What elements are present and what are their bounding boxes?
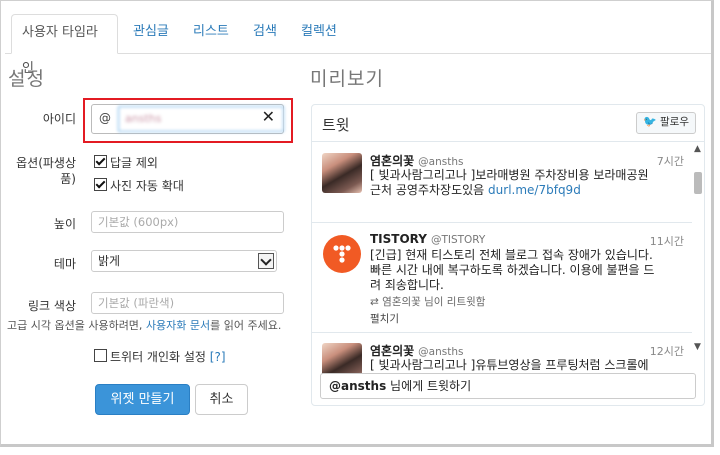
tweet-handle: @ansths (418, 156, 464, 168)
tweet-text-line1: [긴급] 현재 티스토리 전체 블로그 접속 장애가 있습니다. (370, 248, 653, 262)
options-label-line2: 품) (60, 172, 76, 186)
at-sign: @ (99, 111, 111, 125)
hint-prefix: 고급 시각 옵션을 사용하려면, (7, 319, 143, 332)
tab-lists[interactable]: 리스트 (183, 14, 239, 52)
tweet-text-line3: 려 죄송합니다. (370, 278, 444, 292)
tweet-author[interactable]: 염혼의꽃 @ansths (370, 152, 463, 169)
scroll-up-icon[interactable]: ▲ (694, 144, 701, 154)
theme-select[interactable]: 밝게 (91, 250, 277, 272)
tab-bar: 사용자 타임라인 관심글 리스트 검색 컬렉션 (5, 11, 711, 76)
tab-user-timeline[interactable]: 사용자 타임라인 (11, 14, 118, 76)
theme-value: 밝게 (98, 254, 121, 268)
tab-collections[interactable]: 컬렉션 (291, 14, 347, 52)
id-label: 아이디 (42, 112, 76, 126)
theme-label: 테마 (53, 257, 76, 271)
expand-photos-checkbox[interactable]: 사진 자동 확대 (94, 177, 184, 194)
tweet-text: [긴급] 현재 티스토리 전체 블로그 접속 장애가 있습니다. 빠른 시간 내… (370, 248, 684, 293)
avatar[interactable] (322, 153, 362, 193)
tistory-logo-icon[interactable] (322, 234, 362, 274)
personalize-label: 트위터 개인화 설정 (110, 350, 206, 364)
tweet-text-line2: 근처 공영주차장도있음 (370, 183, 485, 197)
customization-hint: 고급 시각 옵션을 사용하려면, 사용자화 문서를 읽어 주세요. (7, 317, 281, 333)
height-input[interactable]: 기본값 (600px) (91, 211, 284, 233)
tweet-time[interactable]: 7시간 (657, 153, 684, 169)
tab-search[interactable]: 검색 (243, 14, 287, 52)
preview-header: 트윗 🐦 팔로우 (312, 105, 704, 142)
chevron-down-icon[interactable] (258, 253, 274, 269)
tweet-text: [ 빛과사람그리고나 ]유튜브영상을 프루팅처럼 스크롤에 (370, 358, 684, 373)
tweet-author-name: 염혼의꽃 (370, 154, 415, 168)
cancel-button[interactable]: 취소 (195, 384, 248, 415)
options-label: 옵션(파생상 품) (4, 155, 76, 187)
checkbox-checked-icon[interactable] (94, 178, 107, 191)
scrollbar[interactable]: ▲ ▼ (692, 142, 704, 372)
tweet-time[interactable]: 11시간 (650, 233, 684, 249)
widget-settings-window: 사용자 타임라인 관심글 리스트 검색 컬렉션 설정 아이디 @ ansths … (0, 0, 714, 447)
tweet-author-name: TISTORY (370, 232, 427, 246)
preview-title: 미리보기 (310, 68, 384, 90)
tweet-text-line1: [ 빛과사람그리고나 ]보라매병원 주차장비용 보라매공원 (370, 168, 649, 182)
create-widget-button[interactable]: 위젯 만들기 (95, 384, 190, 415)
timeline-preview: 트윗 🐦 팔로우 염혼의꽃 @ansths 7시간 [ 빛과사람그리고나 ]보라매… (311, 104, 705, 406)
tweets-heading: 트윗 (322, 116, 350, 134)
id-field-wrapper: @ ansths ✕ (91, 104, 284, 134)
tweet-to-input[interactable]: @ansths 님에게 트윗하기 (320, 373, 696, 399)
reply-suffix: 님에게 트윗하기 (386, 379, 472, 393)
reply-handle: @ansths (329, 379, 387, 393)
twitter-bird-icon: 🐦 (642, 115, 657, 128)
hint-suffix: 를 읽어 주세요. (210, 319, 282, 332)
exclude-replies-checkbox[interactable]: 답글 제외 (94, 154, 158, 171)
tweet-author[interactable]: 염혼의꽃 @ansths (370, 342, 463, 359)
tweet-item[interactable]: TISTORY @TISTORY 11시간 [긴급] 현재 티스토리 전체 블로그… (312, 222, 692, 333)
personalize-checkbox[interactable]: 트위터 개인화 설정 [?] (94, 348, 226, 365)
tweet-text-line1: [ 빛과사람그리고나 ]유튜브영상을 프루팅처럼 스크롤에 (370, 358, 649, 372)
tweet-link[interactable]: durl.me/7bfq9d (488, 183, 581, 197)
tweet-author-name: 염혼의꽃 (370, 344, 415, 358)
expand-link[interactable]: 펼치기 (370, 311, 399, 326)
retweet-icon: ⇄ (370, 296, 379, 308)
tweet-author[interactable]: TISTORY @TISTORY (370, 232, 485, 246)
exclude-replies-label: 답글 제외 (110, 156, 158, 170)
tweet-time[interactable]: 12시간 (650, 343, 684, 359)
tab-favorites[interactable]: 관심글 (123, 14, 179, 52)
follow-label: 팔로우 (660, 116, 689, 128)
checkbox-unchecked-icon[interactable] (94, 349, 107, 362)
options-label-line1: 옵션(파생상 (16, 156, 76, 170)
tweet-item[interactable]: 염혼의꽃 @ansths 7시간 [ 빛과사람그리고나 ]보라매병원 주차장비용 … (312, 142, 692, 223)
settings-title: 설정 (8, 68, 45, 90)
expand-photos-label: 사진 자동 확대 (110, 179, 184, 193)
clear-icon[interactable]: ✕ (262, 107, 275, 126)
tistory-logo-svg (323, 235, 361, 273)
retweet-info: ⇄ 염혼의꽃 님이 리트윗함 (370, 294, 485, 309)
link-color-label: 링크 색상 (28, 299, 76, 313)
scroll-down-icon[interactable]: ▼ (694, 342, 701, 352)
tweet-handle: @ansths (418, 346, 464, 358)
tweet-handle: @TISTORY (430, 234, 486, 246)
help-link[interactable]: [?] (210, 350, 226, 364)
id-input[interactable]: ansths (118, 106, 284, 132)
customization-docs-link[interactable]: 사용자화 문서 (146, 319, 210, 332)
retweet-label: 염혼의꽃 님이 리트윗함 (382, 296, 486, 308)
link-color-input[interactable]: 기본값 (파란색) (91, 292, 284, 314)
tweet-text-line2: 빠른 시간 내에 복구하도록 하겠습니다. 이용에 불편을 드 (370, 263, 655, 277)
scrollbar-thumb[interactable] (694, 172, 702, 194)
tweet-text: [ 빛과사람그리고나 ]보라매병원 주차장비용 보라매공원 근처 공영주차장도있… (370, 168, 684, 198)
height-label: 높이 (53, 217, 76, 231)
checkbox-checked-icon[interactable] (94, 155, 107, 168)
follow-button[interactable]: 🐦 팔로우 (635, 112, 696, 134)
